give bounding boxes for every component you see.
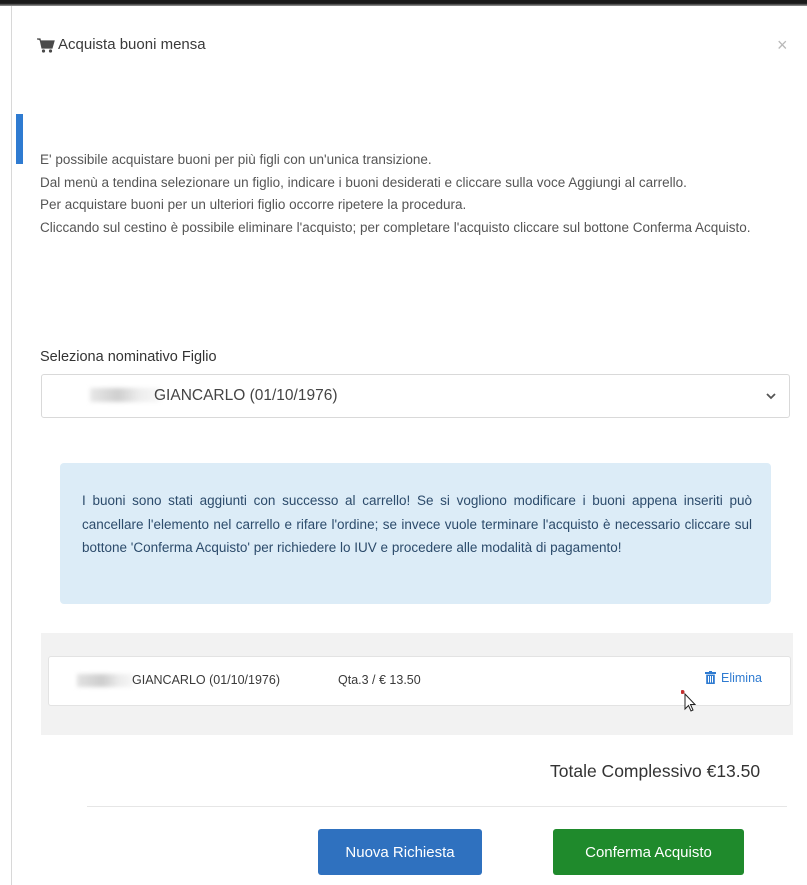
delete-item-button[interactable]: Elimina <box>705 671 762 685</box>
success-alert: I buoni sono stati aggiunti con successo… <box>60 463 771 604</box>
delete-item-label: Elimina <box>721 671 762 685</box>
modal-header: Acquista buoni mensa × <box>12 6 807 78</box>
footer-divider <box>87 806 787 807</box>
child-select-label: Seleziona nominativo Figlio <box>40 349 217 365</box>
cart-icon <box>37 38 55 53</box>
cart-item-quantity: Qta.3 / € 13.50 <box>338 673 421 687</box>
close-icon[interactable]: × <box>777 36 788 54</box>
instruction-line: E' possibile acquistare buoni per più fi… <box>40 152 432 167</box>
redacted-surname <box>77 674 133 687</box>
child-select-value: GIANCARLO (01/10/1976) <box>154 387 338 404</box>
instruction-line: Cliccando sul cestino è possibile elimin… <box>40 219 751 235</box>
chevron-down-icon <box>766 393 776 400</box>
modal-title: Acquista buoni mensa <box>58 36 206 53</box>
new-request-button[interactable]: Nuova Richiesta <box>318 829 482 875</box>
confirm-purchase-button[interactable]: Conferma Acquisto <box>553 829 744 875</box>
instruction-line: Per acquistare buoni per un ulteriori fi… <box>40 197 467 212</box>
child-select[interactable]: GIANCARLO (01/10/1976) <box>41 374 790 418</box>
cursor-icon <box>681 690 697 712</box>
cart-item-name: GIANCARLO (01/10/1976) <box>132 673 280 687</box>
instruction-line: Dal menù a tendina selezionare un figlio… <box>40 174 687 190</box>
page-accent-strip <box>16 114 23 164</box>
trash-icon <box>705 671 716 684</box>
purchase-modal: Acquista buoni mensa × E' possibile acqu… <box>11 6 807 885</box>
redacted-surname <box>90 388 160 402</box>
cart-item: GIANCARLO (01/10/1976) Qta.3 / € 13.50 E… <box>48 656 791 706</box>
cart-panel: GIANCARLO (01/10/1976) Qta.3 / € 13.50 E… <box>41 633 793 735</box>
success-alert-message: I buoni sono stati aggiunti con successo… <box>82 493 752 555</box>
order-total: Totale Complessivo €13.50 <box>550 761 761 781</box>
instructions-text: E' possibile acquistare buoni per più fi… <box>40 149 790 239</box>
